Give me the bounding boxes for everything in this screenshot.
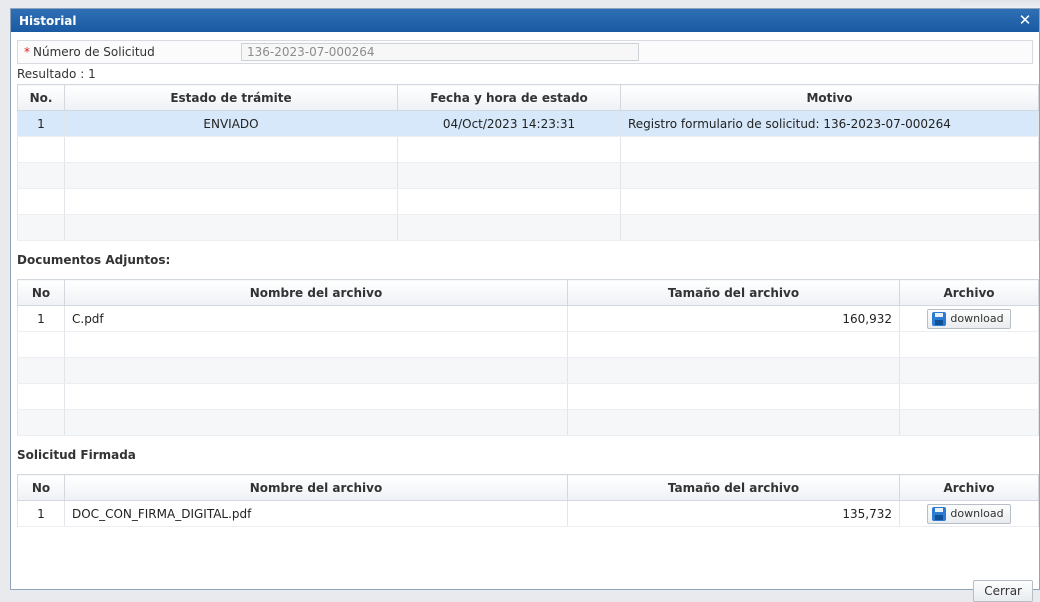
cell-no: 1 (17, 110, 65, 137)
download-label: download (950, 507, 1004, 520)
empty-row (17, 383, 1039, 410)
table-row: 1 DOC_CON_FIRMA_DIGITAL.pdf 135,732 down… (17, 500, 1039, 527)
cell-filename: C.pdf (64, 305, 568, 332)
history-table: No. Estado de trámite Fecha y hora de es… (17, 84, 1039, 241)
cell-filename: DOC_CON_FIRMA_DIGITAL.pdf (64, 500, 568, 527)
history-header-row: No. Estado de trámite Fecha y hora de es… (17, 84, 1039, 111)
cell-archivo: download (899, 305, 1039, 332)
empty-row (17, 357, 1039, 384)
background-toolbar-hint (960, 0, 1040, 8)
col-header-archivo[interactable]: Archivo (899, 279, 1039, 306)
cell-estado: ENVIADO (64, 110, 398, 137)
col-header-no[interactable]: No (17, 474, 65, 501)
cell-filesize: 135,732 (567, 500, 900, 527)
required-marker: * (24, 45, 30, 59)
dialog-content: * Número de Solicitud Resultado : 1 No. … (11, 32, 1039, 602)
empty-row (17, 136, 1039, 163)
col-header-filename[interactable]: Nombre del archivo (64, 474, 568, 501)
cell-archivo: download (899, 500, 1039, 527)
result-count: Resultado : 1 (17, 67, 96, 81)
col-header-archivo[interactable]: Archivo (899, 474, 1039, 501)
cell-no: 1 (17, 500, 65, 527)
signed-table: No Nombre del archivo Tamaño del archivo… (17, 474, 1039, 527)
empty-row (17, 409, 1039, 436)
col-header-no[interactable]: No (17, 279, 65, 306)
cell-motivo: Registro formulario de solicitud: 136-20… (620, 110, 1039, 137)
download-button[interactable]: download (927, 308, 1011, 329)
request-number-label: Número de Solicitud (33, 45, 155, 59)
download-button[interactable]: download (927, 503, 1011, 524)
col-header-estado[interactable]: Estado de trámite (64, 84, 398, 111)
signed-title: Solicitud Firmada (17, 448, 136, 462)
close-icon[interactable]: ✕ (1017, 13, 1033, 29)
col-header-no[interactable]: No. (17, 84, 65, 111)
empty-row (17, 162, 1039, 189)
col-header-filesize[interactable]: Tamaño del archivo (567, 474, 900, 501)
empty-row (17, 188, 1039, 215)
col-header-fecha[interactable]: Fecha y hora de estado (397, 84, 621, 111)
cell-no: 1 (17, 305, 65, 332)
historial-dialog: Historial ✕ * Número de Solicitud Result… (10, 8, 1040, 602)
empty-row (17, 214, 1039, 241)
table-row[interactable]: 1 ENVIADO 04/Oct/2023 14:23:31 Registro … (17, 110, 1039, 137)
floppy-disk-icon (932, 311, 947, 326)
download-label: download (950, 312, 1004, 325)
request-number-row: * Número de Solicitud (17, 40, 1033, 64)
signed-header-row: No Nombre del archivo Tamaño del archivo… (17, 474, 1039, 501)
dialog-title: Historial (19, 13, 77, 28)
close-button[interactable]: Cerrar (973, 580, 1033, 602)
attachments-header-row: No Nombre del archivo Tamaño del archivo… (17, 279, 1039, 306)
empty-row (17, 331, 1039, 358)
dialog-titlebar: Historial ✕ (11, 9, 1039, 32)
attachments-title: Documentos Adjuntos: (17, 253, 171, 267)
col-header-filesize[interactable]: Tamaño del archivo (567, 279, 900, 306)
table-row: 1 C.pdf 160,932 download (17, 305, 1039, 332)
cell-filesize: 160,932 (567, 305, 900, 332)
request-number-field[interactable] (241, 43, 639, 61)
col-header-filename[interactable]: Nombre del archivo (64, 279, 568, 306)
cell-fecha: 04/Oct/2023 14:23:31 (397, 110, 621, 137)
col-header-motivo[interactable]: Motivo (620, 84, 1039, 111)
attachments-table: No Nombre del archivo Tamaño del archivo… (17, 279, 1039, 436)
floppy-disk-icon (932, 506, 947, 521)
